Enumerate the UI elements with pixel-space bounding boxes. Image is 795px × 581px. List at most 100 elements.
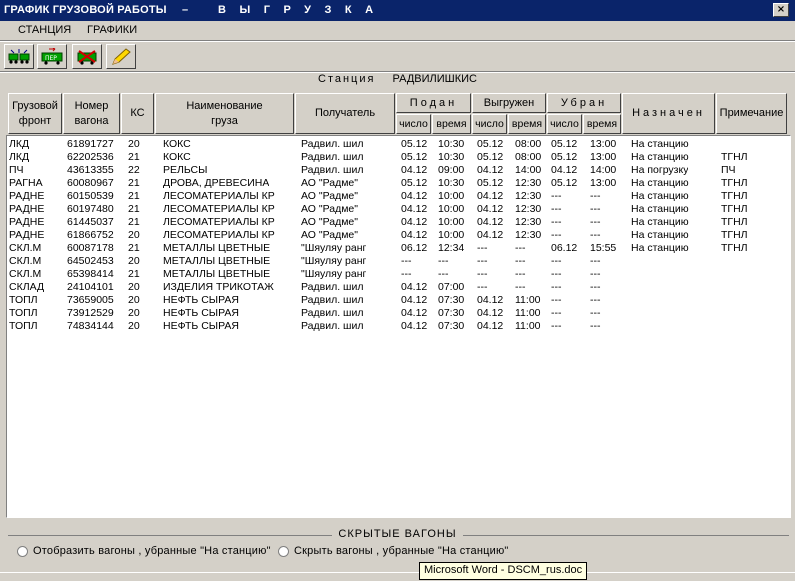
cell-rem-t: --- — [590, 294, 601, 306]
cell-rem-t: 13:00 — [590, 151, 617, 163]
cell-recipient: "Шяуляу ранг — [301, 242, 367, 254]
col-header-wagon[interactable]: Номер вагона — [63, 93, 120, 134]
cell-recipient: АО "Радме" — [301, 229, 358, 241]
table-row[interactable]: ЛКД 62202536 21 КОКС Радвил. шил 05.12 10:30 05… — [7, 151, 790, 164]
cell-recipient: АО "Радме" — [301, 216, 358, 228]
cell-unl-t: 12:30 — [515, 177, 542, 189]
cell-sub-d: 04.12 — [401, 216, 428, 228]
cell-rem-d: --- — [551, 190, 562, 202]
cell-ks: 21 — [128, 242, 140, 254]
table-row[interactable]: СКЛ.М 65398414 21 МЕТАЛЛЫ ЦВЕТНЫЕ "Шяуляу ра… — [7, 268, 790, 281]
cell-sub-t: 07:30 — [438, 320, 465, 332]
taskbar-tooltip: Microsoft Word - DSCM_rus.doc — [419, 562, 588, 580]
cell-unl-t: --- — [515, 242, 526, 254]
rejected-wagon-icon — [77, 50, 97, 65]
cell-unl-t: 14:00 — [515, 164, 542, 176]
cell-recipient: "Шяуляу ранг — [301, 268, 367, 280]
wagon-grid[interactable]: ЛКД 61891727 20 КОКС Радвил. шил 05.12 10:30 05… — [6, 135, 791, 518]
radio-hide-wagons[interactable] — [278, 546, 289, 557]
col-header-sub-date[interactable]: число — [396, 114, 431, 134]
col-header-submitted[interactable]: Подан — [396, 93, 471, 113]
cell-sub-d: 04.12 — [401, 294, 428, 306]
cell-ks: 21 — [128, 151, 140, 163]
col-header-front[interactable]: Грузовой фронт — [8, 93, 62, 134]
cell-ks: 20 — [128, 307, 140, 319]
radio-show-label[interactable]: Отобразить вагоны , убранные "На станцию… — [33, 545, 271, 557]
cell-rem-t: --- — [590, 216, 601, 228]
cell-sub-d: 04.12 — [401, 203, 428, 215]
cell-sub-d: 06.12 — [401, 242, 428, 254]
cell-cargo: НЕФТЬ СЫРАЯ — [163, 294, 239, 306]
cell-sub-t: 10:30 — [438, 177, 465, 189]
cell-recipient: "Шяуляу ранг — [301, 255, 367, 267]
col-header-cargo[interactable]: Наименование груза — [155, 93, 294, 134]
cell-rem-d: 06.12 — [551, 242, 578, 254]
close-button[interactable]: × — [773, 3, 789, 17]
cell-sub-d: 04.12 — [401, 281, 428, 293]
station-line: Станция РАДВИЛИШКИС — [0, 73, 795, 91]
cell-assigned: На станцию — [631, 242, 689, 254]
cell-sub-d: 05.12 — [401, 177, 428, 189]
cell-front: РАДНЕ — [9, 203, 45, 215]
cell-sub-t: 07:30 — [438, 307, 465, 319]
edit-button[interactable] — [106, 44, 136, 69]
cell-sub-t: 09:00 — [438, 164, 465, 176]
table-row[interactable]: СКЛ.М 60087178 21 МЕТАЛЛЫ ЦВЕТНЫЕ "Шяуляу ра… — [7, 242, 790, 255]
cell-unl-d: 04.12 — [477, 320, 504, 332]
cell-ks: 20 — [128, 255, 140, 267]
table-row[interactable]: РАДНЕ 61445037 21 ЛЕСОМАТЕРИАЛЫ КР АО "Радме… — [7, 216, 790, 229]
table-row[interactable]: РАДНЕ 61866752 20 ЛЕСОМАТЕРИАЛЫ КР АО "Радме… — [7, 229, 790, 242]
table-row[interactable]: СКЛ.М 64502453 20 МЕТАЛЛЫ ЦВЕТНЫЕ "Шяуляу ра… — [7, 255, 790, 268]
cell-ks: 21 — [128, 177, 140, 189]
table-row[interactable]: ТОПЛ 73912529 20 НЕФТЬ СЫРАЯ Радвил. шил 04.1… — [7, 307, 790, 320]
cell-recipient: Радвил. шил — [301, 164, 364, 176]
cell-assigned: На станцию — [631, 229, 689, 241]
table-row[interactable]: СКЛАД 24104101 20 ИЗДЕЛИЯ ТРИКОТАЖ Радвил. ш… — [7, 281, 790, 294]
table-row[interactable]: ТОПЛ 74834144 20 НЕФТЬ СЫРАЯ Радвил. шил 04.1… — [7, 320, 790, 333]
col-header-ks[interactable]: КС — [121, 93, 154, 134]
cell-sub-d: 04.12 — [401, 307, 428, 319]
table-row[interactable]: РАДНЕ 60197480 21 ЛЕСОМАТЕРИАЛЫ КР АО "Радме… — [7, 203, 790, 216]
col-header-rem-time[interactable]: время — [583, 114, 621, 134]
radio-hide-label[interactable]: Скрыть вагоны , убранные "На станцию" — [294, 545, 509, 557]
cell-sub-t: 07:00 — [438, 281, 465, 293]
cell-rem-d: --- — [551, 307, 562, 319]
cell-cargo: МЕТАЛЛЫ ЦВЕТНЫЕ — [163, 255, 271, 267]
table-row[interactable]: РАДНЕ 60150539 21 ЛЕСОМАТЕРИАЛЫ КР АО "Радме… — [7, 190, 790, 203]
table-row[interactable]: ЛКД 61891727 20 КОКС Радвил. шил 05.12 10:30 05… — [7, 138, 790, 151]
menu-station[interactable]: СТАНЦИЯ — [18, 24, 71, 36]
col-header-note[interactable]: Примечание — [716, 93, 787, 134]
cell-sub-d: 04.12 — [401, 190, 428, 202]
cell-unl-t: --- — [515, 255, 526, 267]
cell-recipient: Радвил. шил — [301, 138, 364, 150]
cell-rem-t: 13:00 — [590, 138, 617, 150]
cell-front: СКЛ.М — [9, 255, 42, 267]
table-row[interactable]: РАГНА 60080967 21 ДРОВА, ДРЕВЕСИНА АО "Радме… — [7, 177, 790, 190]
cell-cargo: КОКС — [163, 151, 191, 163]
cell-sub-t: 10:00 — [438, 203, 465, 215]
window-title: ГРАФИК ГРУЗОВОЙ РАБОТЫ — [4, 4, 167, 16]
cell-unl-d: --- — [477, 255, 488, 267]
col-header-assigned[interactable]: Назначен — [622, 93, 715, 134]
cell-sub-d: 04.12 — [401, 164, 428, 176]
title-bar: ГРАФИК ГРУЗОВОЙ РАБОТЫ – ВЫГРУЗКА × — [0, 0, 795, 21]
train-cars-button[interactable] — [4, 44, 34, 69]
menu-graphs[interactable]: ГРАФИКИ — [87, 24, 137, 36]
cell-rem-d: --- — [551, 255, 562, 267]
col-header-sub-time[interactable]: время — [432, 114, 471, 134]
rejected-wagon-button[interactable] — [72, 44, 102, 69]
table-row[interactable]: ТОПЛ 73659005 20 НЕФТЬ СЫРАЯ Радвил. шил 04.1… — [7, 294, 790, 307]
col-header-rem-date[interactable]: число — [547, 114, 582, 134]
col-header-recipient[interactable]: Получатель — [295, 93, 395, 134]
col-header-unl-time[interactable]: время — [508, 114, 546, 134]
col-header-unloaded[interactable]: Выгружен — [472, 93, 546, 113]
col-header-unl-date[interactable]: число — [472, 114, 507, 134]
train-transfer-button[interactable]: ПЕР — [37, 44, 67, 69]
radio-show-wagons[interactable] — [17, 546, 28, 557]
cell-sub-d: --- — [401, 255, 412, 267]
table-row[interactable]: ПЧ 43613355 22 РЕЛЬСЫ Радвил. шил 04.12 09:00 0… — [7, 164, 790, 177]
col-header-removed[interactable]: Убран — [547, 93, 621, 113]
cell-rem-d: --- — [551, 281, 562, 293]
menu-bar: СТАНЦИЯ ГРАФИКИ — [0, 21, 795, 40]
cell-cargo: МЕТАЛЛЫ ЦВЕТНЫЕ — [163, 242, 271, 254]
